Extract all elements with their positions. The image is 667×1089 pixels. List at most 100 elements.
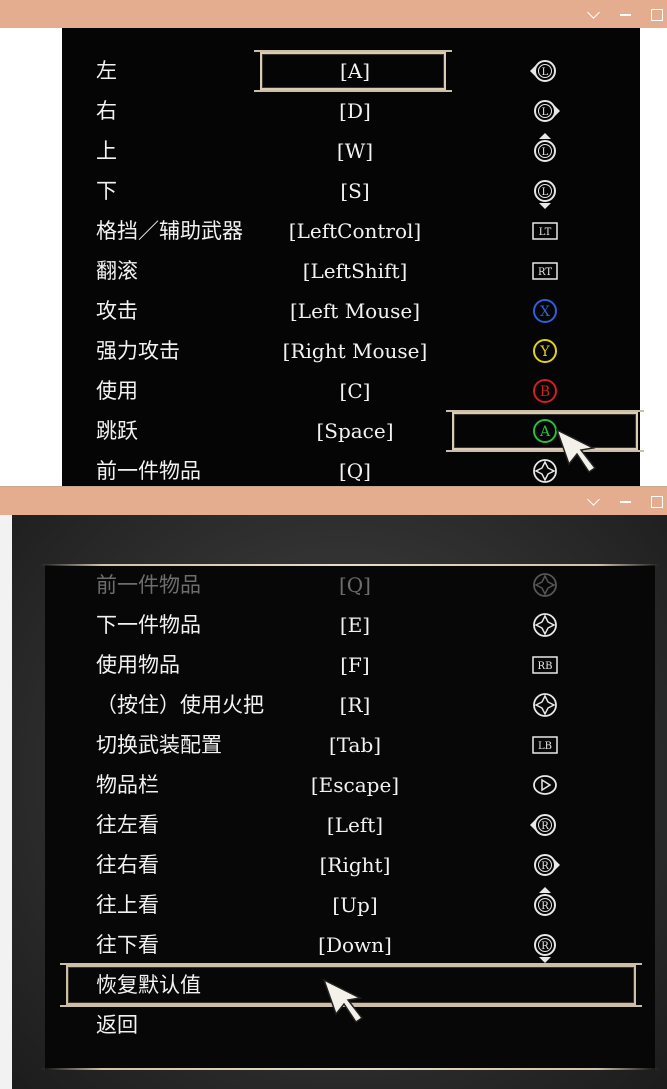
action-label: 往上看 <box>96 893 159 917</box>
keyboard-binding[interactable]: [R] <box>250 686 460 724</box>
x-button-icon[interactable]: X <box>527 296 563 326</box>
keyboard-binding[interactable]: [Q] <box>250 452 460 490</box>
left-stick-down-icon[interactable]: L <box>527 176 563 209</box>
keyboard-binding[interactable]: [D] <box>250 92 460 130</box>
control-row[interactable]: 往上看 [Up] R <box>0 886 667 924</box>
action-label: 跳跃 <box>96 419 138 443</box>
rb-bumper-icon[interactable]: RB <box>527 650 563 680</box>
lt-trigger-icon[interactable]: LT <box>527 216 563 246</box>
action-label: 左 <box>96 59 117 83</box>
control-row[interactable]: 攻击 [Left Mouse] X <box>0 292 667 330</box>
minimize-icon[interactable] <box>616 4 636 24</box>
maximize-icon[interactable] <box>646 491 666 511</box>
keyboard-binding[interactable]: [Q] <box>250 566 460 604</box>
left-stick-left-icon[interactable]: L <box>527 56 563 86</box>
keyboard-binding[interactable]: [Down] <box>250 926 460 964</box>
keyboard-binding[interactable]: [Right Mouse] <box>250 332 460 370</box>
svg-text:RB: RB <box>538 661 553 672</box>
control-row[interactable]: 格挡／辅助武器 [LeftControl] LT <box>0 212 667 250</box>
action-label: 往左看 <box>96 813 159 837</box>
title-bar <box>0 487 667 515</box>
control-row[interactable]: 右 [D] L <box>0 92 667 130</box>
right-stick-left-icon[interactable]: R <box>527 810 563 840</box>
chevron-down-icon[interactable] <box>584 491 604 511</box>
keyboard-binding[interactable]: [Space] <box>250 412 460 450</box>
action-label: 前一件物品 <box>96 573 201 597</box>
control-row[interactable]: 前一件物品 [Q] <box>0 566 667 604</box>
action-label: 往下看 <box>96 933 159 957</box>
action-label: 翻滚 <box>96 259 138 283</box>
control-row[interactable]: 往右看 [Right] R <box>0 846 667 884</box>
svg-text:A: A <box>539 424 551 440</box>
keyboard-binding[interactable]: [Up] <box>250 886 460 924</box>
menu-button-icon[interactable] <box>527 770 563 800</box>
svg-text:L: L <box>542 147 549 158</box>
keyboard-binding[interactable]: [E] <box>250 606 460 644</box>
action-label: 往右看 <box>96 853 159 877</box>
keyboard-binding[interactable]: [C] <box>250 372 460 410</box>
keyboard-binding[interactable]: [Tab] <box>250 726 460 764</box>
control-row[interactable]: 使用 [C] B <box>0 372 667 410</box>
lb-bumper-icon[interactable]: LB <box>527 730 563 760</box>
right-stick-right-icon[interactable]: R <box>527 850 563 880</box>
keyboard-binding[interactable]: [Escape] <box>250 766 460 804</box>
rt-trigger-icon[interactable]: RT <box>527 256 563 286</box>
svg-text:L: L <box>542 107 549 118</box>
control-row[interactable]: 物品栏 [Escape] <box>0 766 667 804</box>
control-row[interactable]: （按住）使用火把 [R] <box>0 686 667 724</box>
dpad-left-icon[interactable] <box>527 570 563 600</box>
keyboard-binding[interactable]: [A] <box>250 52 460 90</box>
action-label: 强力攻击 <box>96 339 180 363</box>
y-button-icon[interactable]: Y <box>527 336 563 366</box>
title-bar <box>0 0 667 28</box>
keyboard-binding[interactable]: [F] <box>250 646 460 684</box>
action-label: （按住）使用火把 <box>96 693 264 717</box>
control-row[interactable]: 上 [W] L <box>0 132 667 170</box>
maximize-icon[interactable] <box>646 4 666 24</box>
keyboard-binding[interactable]: [LeftShift] <box>250 252 460 290</box>
dpad-right-icon[interactable] <box>527 610 563 640</box>
svg-text:R: R <box>541 901 549 912</box>
action-label: 下 <box>96 179 117 203</box>
left-stick-right-icon[interactable]: L <box>527 96 563 126</box>
chevron-down-icon[interactable] <box>584 4 604 24</box>
svg-text:L: L <box>542 67 549 78</box>
right-stick-down-icon[interactable]: R <box>527 930 563 963</box>
right-stick-up-icon[interactable]: R <box>527 887 563 920</box>
control-row[interactable]: 往下看 [Down] R <box>0 926 667 964</box>
keyboard-binding[interactable]: [Left] <box>250 806 460 844</box>
svg-text:X: X <box>540 304 550 320</box>
svg-text:R: R <box>541 821 549 832</box>
keyboard-binding[interactable]: [Left Mouse] <box>250 292 460 330</box>
control-row[interactable]: 强力攻击 [Right Mouse] Y <box>0 332 667 370</box>
dpad-down-icon[interactable] <box>527 690 563 720</box>
keyboard-binding[interactable]: [S] <box>250 172 460 210</box>
pointer-cursor-icon <box>322 978 368 1024</box>
keyboard-binding[interactable]: [LeftControl] <box>250 212 460 250</box>
action-label: 使用物品 <box>96 653 180 677</box>
control-row[interactable]: 下一件物品 [E] <box>0 606 667 644</box>
keyboard-binding[interactable]: [Right] <box>250 846 460 884</box>
control-row[interactable]: 翻滚 [LeftShift] RT <box>0 252 667 290</box>
control-row[interactable]: 左 [A] L <box>0 52 667 90</box>
minimize-icon[interactable] <box>616 491 636 511</box>
svg-text:LB: LB <box>538 741 552 752</box>
reset-defaults-label: 恢复默认值 <box>96 973 201 997</box>
action-label: 格挡／辅助武器 <box>96 219 243 243</box>
svg-text:RT: RT <box>538 267 552 278</box>
svg-text:R: R <box>541 861 549 872</box>
action-label: 上 <box>96 139 117 163</box>
b-button-icon[interactable]: B <box>527 376 563 406</box>
control-row[interactable]: 切换武装配置 [Tab] LB <box>0 726 667 764</box>
keyboard-binding[interactable]: [W] <box>250 132 460 170</box>
action-label: 前一件物品 <box>96 459 201 483</box>
left-stick-up-icon[interactable]: L <box>527 133 563 166</box>
control-row[interactable]: 往左看 [Left] R <box>0 806 667 844</box>
control-row[interactable]: 下 [S] L <box>0 172 667 210</box>
pointer-cursor-icon <box>555 428 601 474</box>
action-label: 使用 <box>96 379 138 403</box>
control-row[interactable]: 使用物品 [F] RB <box>0 646 667 684</box>
action-label: 右 <box>96 99 117 123</box>
svg-text:R: R <box>541 941 549 952</box>
svg-text:L: L <box>542 187 549 198</box>
